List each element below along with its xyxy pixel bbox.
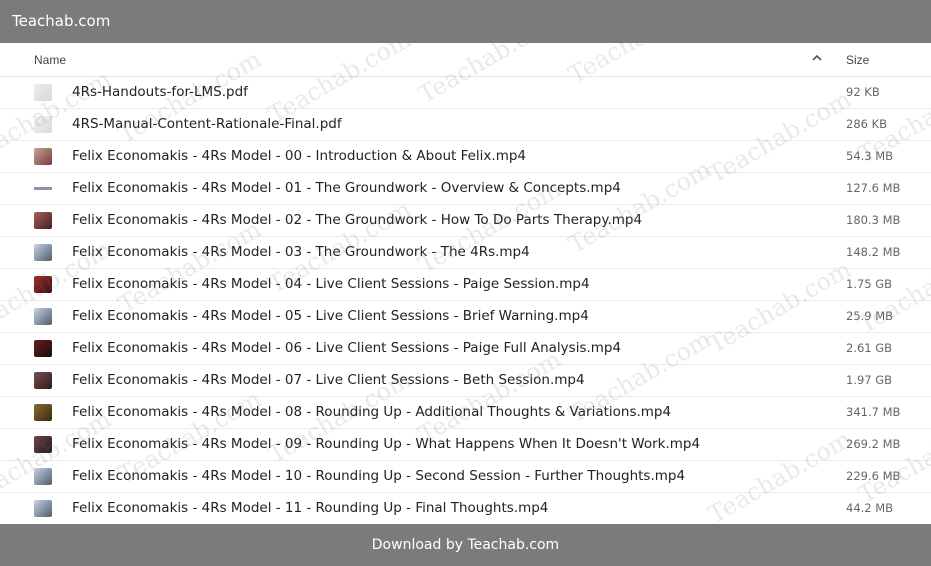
file-row[interactable]: Felix Economakis - 4Rs Model - 09 - Roun… (0, 429, 931, 461)
file-row[interactable]: Felix Economakis - 4Rs Model - 06 - Live… (0, 333, 931, 365)
list-header: Name Size (0, 43, 931, 77)
file-name[interactable]: Felix Economakis - 4Rs Model - 02 - The … (72, 212, 642, 228)
site-title: Teachab.com (0, 0, 931, 43)
file-size: 1.97 GB (846, 373, 893, 387)
file-size: 180.3 MB (846, 213, 901, 227)
video-thumbnail-icon (34, 436, 52, 453)
file-row[interactable]: Felix Economakis - 4Rs Model - 10 - Roun… (0, 461, 931, 493)
file-row[interactable]: Felix Economakis - 4Rs Model - 04 - Live… (0, 269, 931, 301)
file-name[interactable]: 4RS-Manual-Content-Rationale-Final.pdf (72, 116, 342, 132)
file-name[interactable]: Felix Economakis - 4Rs Model - 00 - Intr… (72, 148, 526, 164)
video-thumbnail-icon (34, 500, 52, 517)
file-size: 229.6 MB (846, 469, 901, 483)
file-browser-page: Teachab.com Name Size 4Rs-Handouts-for-L… (0, 0, 931, 566)
column-header-name[interactable]: Name (34, 53, 66, 67)
file-row[interactable]: 4RS-Manual-Content-Rationale-Final.pdf 28… (0, 109, 931, 141)
file-rows: 4Rs-Handouts-for-LMS.pdf 92 KB 4RS-Manual-… (0, 77, 931, 524)
column-header-size[interactable]: Size (846, 53, 869, 67)
file-name[interactable]: Felix Economakis - 4Rs Model - 06 - Live… (72, 340, 621, 356)
file-name[interactable]: Felix Economakis - 4Rs Model - 07 - Live… (72, 372, 585, 388)
video-thumbnail-icon (34, 244, 52, 261)
file-row[interactable]: Felix Economakis - 4Rs Model - 07 - Live… (0, 365, 931, 397)
file-row[interactable]: 4Rs-Handouts-for-LMS.pdf 92 KB (0, 77, 931, 109)
file-row[interactable]: Felix Economakis - 4Rs Model - 08 - Roun… (0, 397, 931, 429)
file-row[interactable]: Felix Economakis - 4Rs Model - 05 - Live… (0, 301, 931, 333)
file-row[interactable]: Felix Economakis - 4Rs Model - 11 - Roun… (0, 493, 931, 524)
file-size: 286 KB (846, 117, 888, 131)
video-thumbnail-icon (34, 404, 52, 421)
file-name[interactable]: Felix Economakis - 4Rs Model - 10 - Roun… (72, 468, 685, 484)
file-size: 148.2 MB (846, 245, 901, 259)
video-thumbnail-icon (34, 468, 52, 485)
file-name[interactable]: Felix Economakis - 4Rs Model - 03 - The … (72, 244, 530, 260)
file-row[interactable]: Felix Economakis - 4Rs Model - 03 - The … (0, 237, 931, 269)
download-button[interactable]: Download by Teachab.com (0, 524, 931, 566)
file-name[interactable]: Felix Economakis - 4Rs Model - 09 - Roun… (72, 436, 700, 452)
video-thumbnail-icon (34, 308, 52, 325)
file-row[interactable]: Felix Economakis - 4Rs Model - 00 - Intr… (0, 141, 931, 173)
doc-thumbnail-icon (34, 116, 52, 133)
file-name[interactable]: 4Rs-Handouts-for-LMS.pdf (72, 84, 248, 100)
file-name[interactable]: Felix Economakis - 4Rs Model - 04 - Live… (72, 276, 590, 292)
file-size: 127.6 MB (846, 181, 901, 195)
file-name[interactable]: Felix Economakis - 4Rs Model - 01 - The … (72, 180, 621, 196)
file-size: 341.7 MB (846, 405, 901, 419)
file-size: 1.75 GB (846, 277, 893, 291)
file-name[interactable]: Felix Economakis - 4Rs Model - 05 - Live… (72, 308, 589, 324)
video-thumbnail-icon (34, 276, 52, 293)
sort-ascending-icon[interactable] (810, 51, 824, 65)
doc-thumbnail-icon (34, 84, 52, 101)
file-size: 2.61 GB (846, 341, 893, 355)
file-list: Name Size 4Rs-Handouts-for-LMS.pdf 92 KB 4… (0, 43, 931, 524)
video-thumbnail-icon (34, 212, 52, 229)
file-size: 44.2 MB (846, 501, 894, 515)
file-size: 54.3 MB (846, 149, 894, 163)
file-size: 92 KB (846, 85, 880, 99)
video-thumbnail-icon (34, 372, 52, 389)
video-thumbnail-icon (34, 180, 52, 197)
file-row[interactable]: Felix Economakis - 4Rs Model - 01 - The … (0, 173, 931, 205)
file-size: 25.9 MB (846, 309, 894, 323)
file-name[interactable]: Felix Economakis - 4Rs Model - 08 - Roun… (72, 404, 671, 420)
video-thumbnail-icon (34, 340, 52, 357)
file-size: 269.2 MB (846, 437, 901, 451)
file-row[interactable]: Felix Economakis - 4Rs Model - 02 - The … (0, 205, 931, 237)
video-thumbnail-icon (34, 148, 52, 165)
file-name[interactable]: Felix Economakis - 4Rs Model - 11 - Roun… (72, 500, 548, 516)
